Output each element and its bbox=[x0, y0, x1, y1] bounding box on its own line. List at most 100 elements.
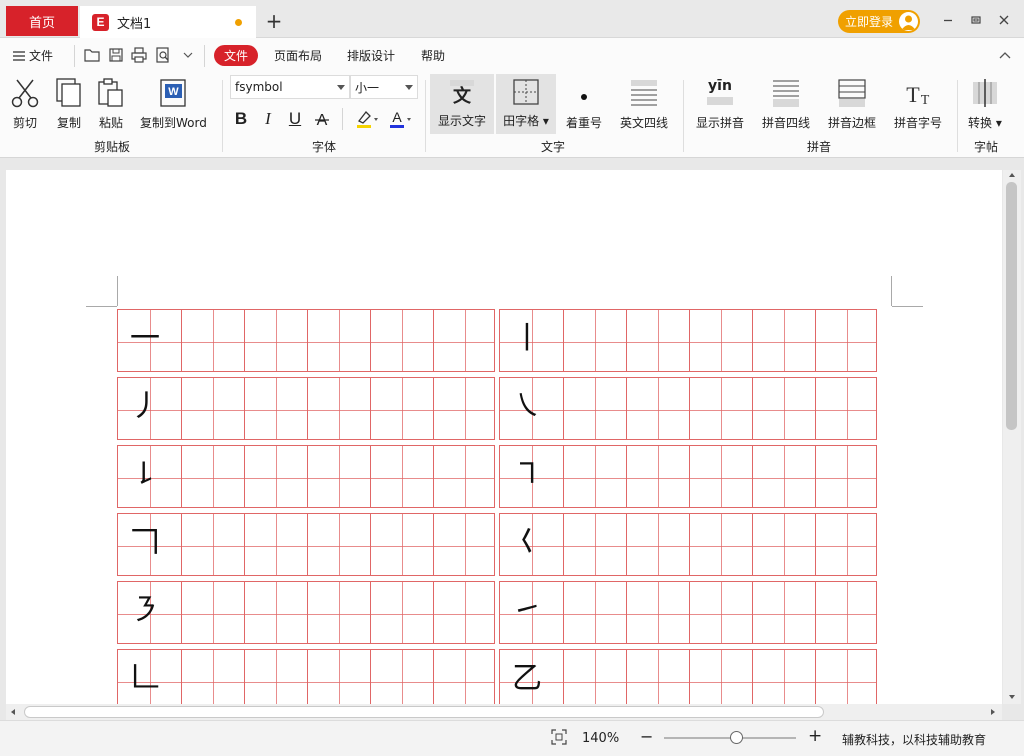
print-icon[interactable] bbox=[131, 47, 147, 63]
scroll-right-icon[interactable] bbox=[990, 708, 996, 716]
margin-mark bbox=[117, 276, 118, 306]
copy-to-word-button[interactable]: W 复制到Word bbox=[140, 78, 207, 131]
chevron-down-icon bbox=[337, 85, 345, 90]
grid-style-button[interactable]: 田字格 ▾ bbox=[496, 74, 556, 134]
show-pinyin-button[interactable]: yīn 显示拼音 bbox=[696, 78, 744, 131]
menu-tab-file[interactable]: 文件 bbox=[214, 45, 258, 66]
grid-line bbox=[370, 650, 371, 704]
font-color-icon[interactable]: A bbox=[388, 108, 414, 130]
font-name-select[interactable]: fsymbol bbox=[230, 75, 350, 99]
file-menu-label: 文件 bbox=[29, 49, 54, 63]
svg-text:W: W bbox=[169, 86, 180, 98]
grid-line bbox=[433, 378, 434, 439]
scroll-left-icon[interactable] bbox=[10, 708, 16, 716]
svg-text:T: T bbox=[906, 82, 920, 107]
new-tab-button[interactable]: + bbox=[262, 9, 286, 33]
horizontal-scroll-thumb[interactable] bbox=[24, 706, 824, 718]
zoom-slider-handle[interactable] bbox=[730, 731, 743, 744]
vertical-scroll-thumb[interactable] bbox=[1006, 182, 1017, 430]
svg-text:文: 文 bbox=[453, 85, 472, 106]
strikethrough-icon[interactable]: A bbox=[312, 108, 332, 130]
pinyin-border-button[interactable]: 拼音边框 bbox=[828, 78, 876, 131]
grid-line bbox=[563, 310, 564, 371]
grid-line bbox=[563, 446, 564, 507]
login-button[interactable]: 立即登录 bbox=[838, 10, 920, 33]
paste-button[interactable]: 粘贴 bbox=[96, 78, 126, 131]
four-lines-icon bbox=[631, 80, 657, 106]
fit-page-icon[interactable] bbox=[551, 729, 567, 745]
menu-tab-page-layout[interactable]: 页面布局 bbox=[274, 47, 322, 64]
grid-line bbox=[657, 310, 659, 371]
divider bbox=[342, 108, 343, 130]
scroll-down-icon[interactable] bbox=[1008, 694, 1016, 700]
grid-line bbox=[118, 341, 494, 343]
grid-line bbox=[846, 650, 848, 704]
menu-tab-typesetting[interactable]: 排版设计 bbox=[347, 47, 395, 64]
grid-line bbox=[370, 310, 371, 371]
show-text-button[interactable]: 文 显示文字 bbox=[430, 74, 494, 134]
grid-line bbox=[118, 409, 494, 411]
file-menu-button[interactable]: 文件 bbox=[12, 47, 53, 64]
english-four-lines-button[interactable]: 英文四线 bbox=[620, 78, 668, 131]
save-icon[interactable] bbox=[108, 47, 124, 63]
grid-line bbox=[752, 514, 753, 575]
grid-line bbox=[626, 514, 627, 575]
highlight-color-icon[interactable] bbox=[354, 108, 380, 130]
grid-line bbox=[244, 378, 245, 439]
minimize-button[interactable] bbox=[938, 10, 958, 30]
tab-home[interactable]: 首页 bbox=[6, 6, 78, 36]
scroll-up-icon[interactable] bbox=[1008, 172, 1016, 178]
horizontal-scrollbar[interactable] bbox=[6, 704, 1002, 720]
grid-line bbox=[307, 514, 308, 575]
grid-line bbox=[401, 514, 403, 575]
grid-row: ㇏ bbox=[499, 377, 877, 440]
grid-line bbox=[212, 378, 214, 439]
zoom-level: 140% bbox=[582, 731, 620, 746]
open-folder-icon[interactable] bbox=[84, 47, 100, 63]
stroke-character: ㇕ bbox=[512, 457, 542, 492]
tab-document[interactable]: E 文档1 bbox=[80, 6, 256, 38]
grid-line bbox=[500, 409, 876, 411]
emphasis-button[interactable]: 着重号 bbox=[566, 78, 602, 131]
emphasis-label: 着重号 bbox=[566, 116, 603, 130]
text-group-label: 文字 bbox=[541, 140, 566, 154]
zoom-out-button[interactable]: − bbox=[640, 727, 653, 746]
print-preview-icon[interactable] bbox=[155, 47, 171, 63]
zoom-in-button[interactable]: + bbox=[808, 726, 822, 746]
chevron-down-icon[interactable] bbox=[180, 47, 196, 63]
grid-line bbox=[275, 650, 277, 704]
cut-button[interactable]: 剪切 bbox=[10, 78, 40, 131]
grid-line bbox=[689, 650, 690, 704]
grid-line bbox=[212, 446, 214, 507]
italic-icon[interactable]: I bbox=[258, 108, 278, 130]
grid-line bbox=[212, 650, 214, 704]
document-page[interactable]: 一丿㇙ 𠃍 ㇋ 𠃊 丨㇏㇕ 𡿨 ㇀乙 bbox=[6, 170, 1002, 704]
pinyin-size-button[interactable]: TT 拼音字号 bbox=[894, 78, 942, 131]
font-size-select[interactable]: 小一 bbox=[350, 75, 418, 99]
grid-line bbox=[563, 650, 564, 704]
pinyin-four-lines-button[interactable]: 拼音四线 bbox=[762, 78, 810, 131]
grid-line bbox=[464, 446, 466, 507]
grid-line bbox=[118, 681, 494, 683]
grid-line bbox=[783, 582, 785, 643]
grid-row: 乙 bbox=[499, 649, 877, 704]
vertical-scrollbar[interactable] bbox=[1003, 170, 1021, 704]
menu-tab-help[interactable]: 帮助 bbox=[421, 47, 445, 64]
grid-line bbox=[720, 514, 722, 575]
grid-line bbox=[563, 378, 564, 439]
grid-line bbox=[181, 514, 182, 575]
underline-icon[interactable]: U bbox=[285, 108, 305, 130]
margin-mark bbox=[892, 306, 923, 307]
bold-icon[interactable]: B bbox=[231, 108, 251, 130]
close-button[interactable] bbox=[994, 10, 1014, 30]
stroke-character: 𡿨 bbox=[512, 525, 542, 560]
convert-button[interactable]: 转换 ▾ bbox=[968, 78, 1002, 131]
copy-button[interactable]: 复制 bbox=[54, 78, 84, 131]
show-text-label: 显示文字 bbox=[437, 114, 486, 128]
grid-line bbox=[626, 378, 627, 439]
cut-label: 剪切 bbox=[12, 116, 37, 130]
collapse-ribbon-icon[interactable] bbox=[998, 48, 1012, 62]
restore-button[interactable] bbox=[966, 10, 986, 30]
grid-line bbox=[752, 446, 753, 507]
grid-line bbox=[181, 446, 182, 507]
